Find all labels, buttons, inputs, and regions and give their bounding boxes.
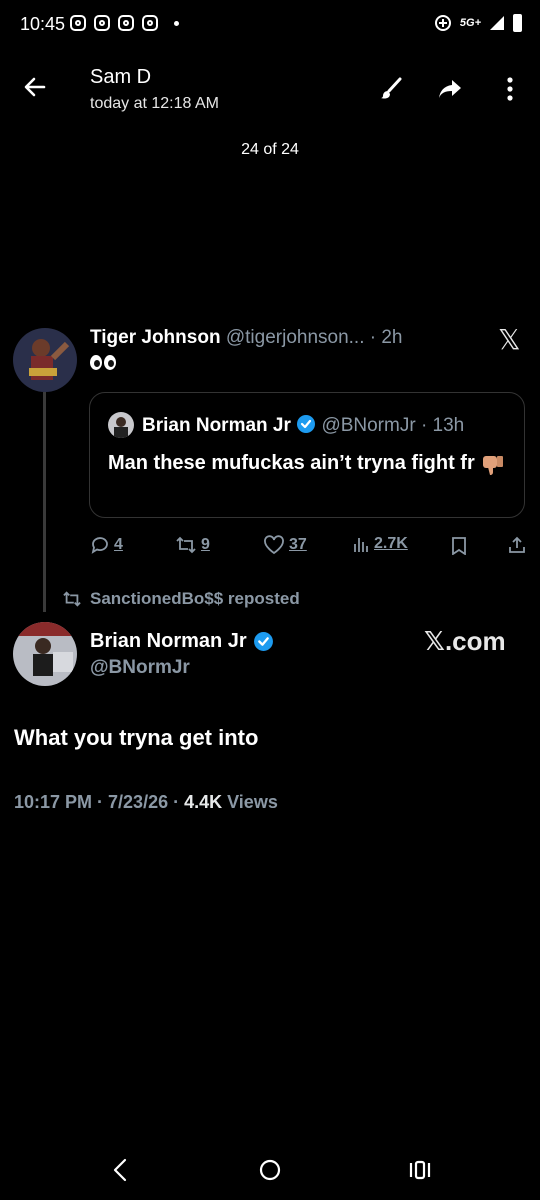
reply-icon xyxy=(91,537,108,554)
image-counter: 24 of 24 xyxy=(241,141,299,158)
nav-recents-icon[interactable] xyxy=(408,1155,432,1185)
verified-icon xyxy=(297,415,316,433)
instagram-icon xyxy=(142,15,158,31)
quoted-text-content: Man these mufuckas ain’t tryna fight fr xyxy=(108,452,475,474)
reply-count: 4 xyxy=(114,536,123,553)
signal-icon xyxy=(490,16,504,30)
author-name: Tiger Johnson xyxy=(90,327,221,348)
quoted-handle-time: @BNormJr · 13h xyxy=(321,415,465,436)
quoted-name: Brian Norman Jr xyxy=(142,415,291,436)
nav-home-icon[interactable] xyxy=(258,1155,282,1185)
instagram-icon xyxy=(94,15,110,31)
views-action[interactable]: 2.7K xyxy=(352,535,408,553)
repost-icon xyxy=(63,591,81,607)
avatar[interactable] xyxy=(13,328,77,392)
thumbs-down-icon xyxy=(483,455,504,475)
sender-name: Sam D xyxy=(90,66,152,88)
author-handle-time: @tigerjohnson... · 2h xyxy=(225,327,403,348)
brush-icon[interactable] xyxy=(378,76,404,102)
repost-label: SanctionedBo$$ reposted xyxy=(90,589,300,608)
share-icon[interactable] xyxy=(437,76,463,102)
status-time: 10:45 xyxy=(20,14,66,34)
reply-action[interactable]: 4 xyxy=(90,535,123,555)
tweet-time: 10:17 PM · 7/23/26 · xyxy=(14,792,185,812)
system-status: 5G+ xyxy=(434,14,522,32)
sender-timestamp: today at 12:18 AM xyxy=(90,95,219,112)
quoted-avatar xyxy=(108,412,134,438)
repost-icon xyxy=(176,536,196,554)
repost-action[interactable]: 9 xyxy=(175,535,210,555)
bookmark-icon[interactable] xyxy=(451,537,467,555)
like-count: 37 xyxy=(289,536,307,553)
avatar[interactable] xyxy=(13,622,77,686)
like-action[interactable]: 37 xyxy=(263,535,307,555)
view-count: 2.7K xyxy=(374,535,408,552)
more-icon[interactable] xyxy=(500,76,520,102)
tweet-views-count: 4.4K xyxy=(184,792,223,812)
instagram-icon xyxy=(70,15,86,31)
tweet-views-label: Views xyxy=(222,792,278,812)
instagram-icon xyxy=(118,15,134,31)
tweet-author[interactable]: Brian Norman Jr xyxy=(90,630,274,653)
notification-icons xyxy=(70,15,179,31)
thread-line xyxy=(43,392,46,612)
back-arrow-icon[interactable] xyxy=(22,74,48,100)
x-logo-icon: 𝕏 xyxy=(498,324,521,355)
eyes-emoji-icon xyxy=(90,355,116,370)
views-icon xyxy=(354,538,368,552)
repost-count: 9 xyxy=(201,536,210,553)
like-icon xyxy=(264,535,284,555)
author-handle[interactable]: @BNormJr xyxy=(90,657,190,679)
author-name: Brian Norman Jr xyxy=(90,630,247,652)
tweet-author[interactable]: Tiger Johnson @tigerjohnson... · 2h xyxy=(90,327,403,349)
nav-back-icon[interactable] xyxy=(111,1155,129,1185)
repost-indicator: SanctionedBo$$ reposted xyxy=(62,589,300,609)
quoted-text: Man these mufuckas ain’t tryna fight fr xyxy=(108,449,508,477)
battery-icon xyxy=(513,14,522,32)
upload-icon[interactable] xyxy=(508,536,526,554)
verified-icon xyxy=(253,632,273,651)
quoted-author: Brian Norman Jr @BNormJr · 13h xyxy=(142,414,464,437)
more-notifications-dot xyxy=(174,20,179,26)
network-type: 5G+ xyxy=(459,17,481,29)
data-saver-icon xyxy=(434,15,451,31)
xcom-brand: 𝕏.com xyxy=(424,626,506,656)
tweet-text: What you tryna get into xyxy=(14,725,259,750)
tweet-meta: 10:17 PM · 7/23/26 · 4.4K Views xyxy=(14,792,278,813)
